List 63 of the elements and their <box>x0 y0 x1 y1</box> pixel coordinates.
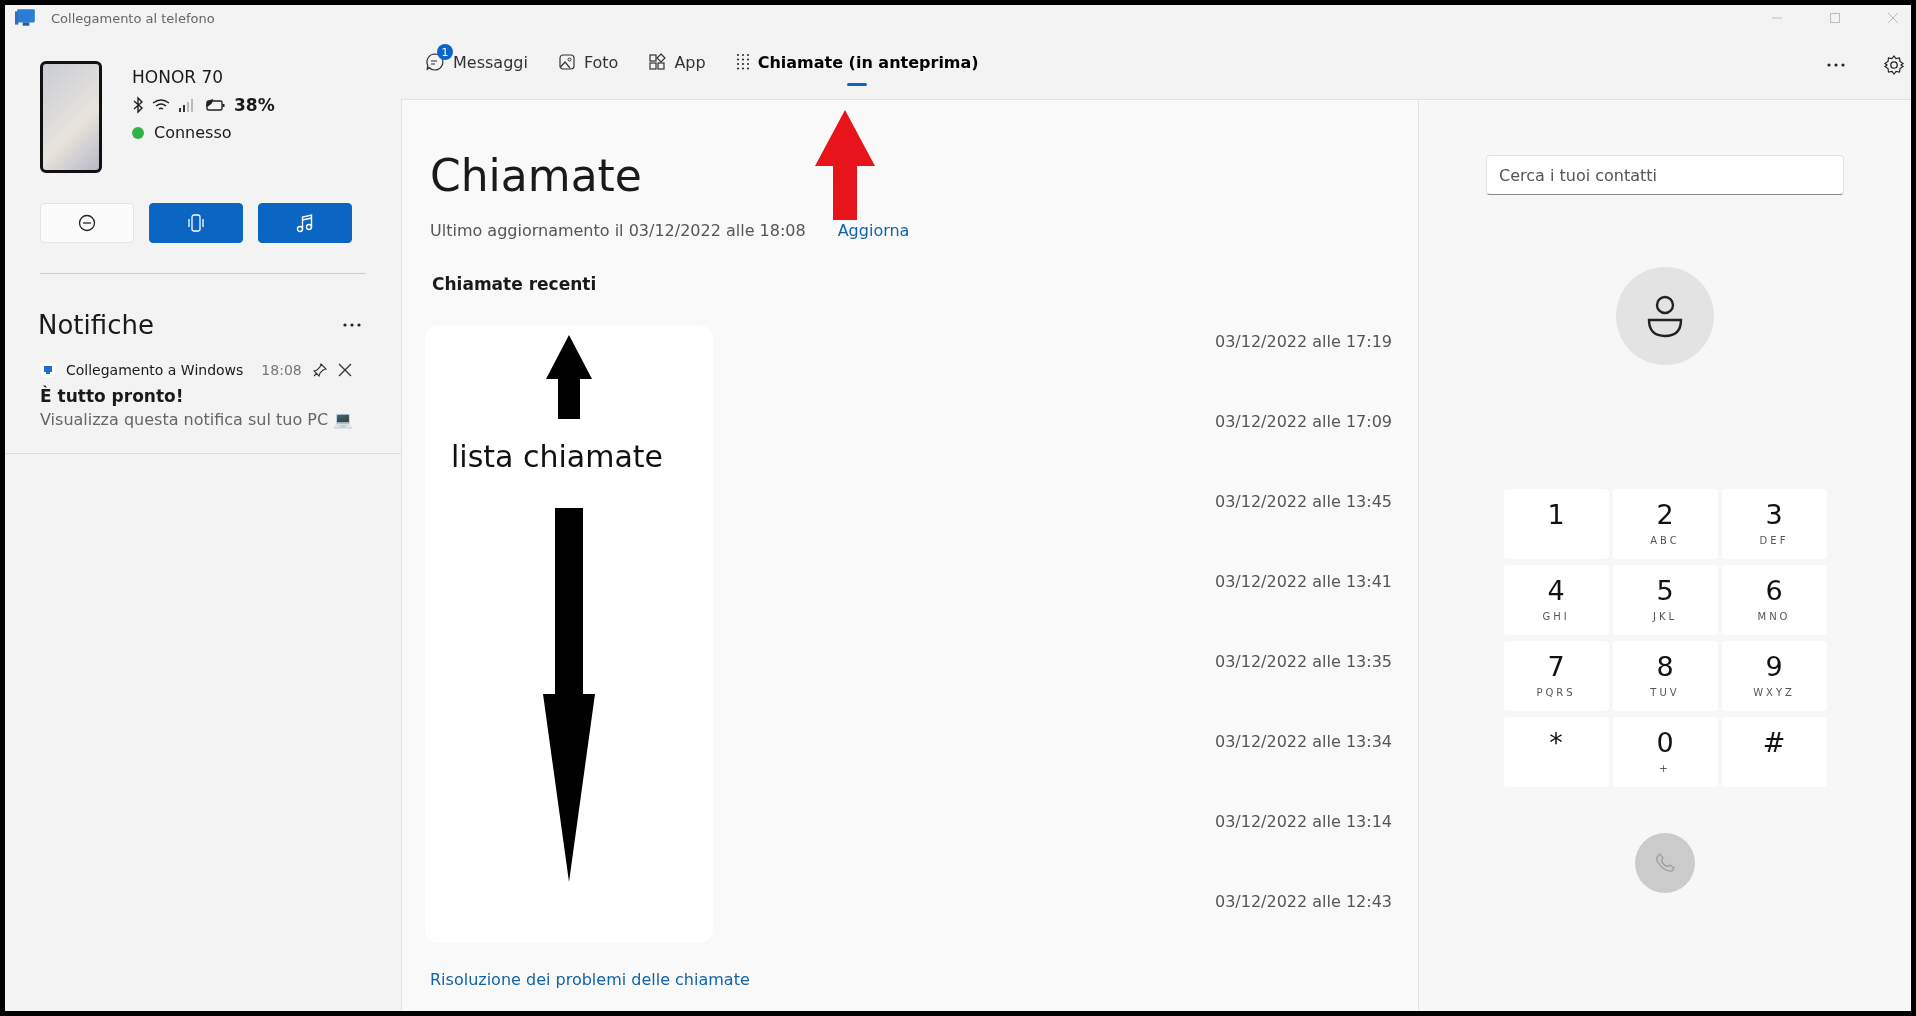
vibrating-phone-icon <box>186 213 206 233</box>
tab[interactable]: App <box>638 44 716 86</box>
notifications-heading: Notifiche <box>38 310 154 340</box>
window-title: Collegamento al telefono <box>51 10 215 26</box>
battery-level: 38% <box>234 95 275 115</box>
dialpad-key[interactable]: 2 ABC <box>1612 489 1718 559</box>
call-time: 03/12/2022 alle 12:43 <box>1214 892 1392 911</box>
dialpad-key[interactable]: 8 TUV <box>1612 641 1718 711</box>
tab[interactable]: 1 Messaggi <box>415 44 538 86</box>
notification-app-name: Collegamento a Windows <box>66 362 244 378</box>
phone-icon <box>1654 852 1676 874</box>
notification-time: 18:08 <box>261 362 302 378</box>
pin-icon[interactable] <box>311 362 328 378</box>
dialpad-key[interactable]: 6 MNO <box>1721 565 1827 635</box>
call-time: 03/12/2022 alle 13:45 <box>1214 492 1392 511</box>
dialpad-key[interactable]: 4 GHI <box>1503 565 1609 635</box>
dialpad-key[interactable]: 5 JKL <box>1612 565 1718 635</box>
signal-icon <box>178 98 196 112</box>
app-logo-icon <box>40 362 56 378</box>
contact-search-field[interactable]: Cerca i tuoi contatti <box>1486 155 1844 195</box>
close-icon[interactable] <box>337 363 352 377</box>
photo-icon <box>557 53 576 71</box>
more-options-icon[interactable] <box>343 323 361 327</box>
settings-icon[interactable] <box>1883 54 1905 76</box>
troubleshoot-link[interactable]: Risoluzione dei problemi delle chiamate <box>430 970 750 989</box>
music-note-icon <box>296 213 314 233</box>
person-icon <box>1646 294 1684 338</box>
notification-text: Visualizza questa notifica sul tuo PC 💻 <box>40 410 355 429</box>
do-not-disturb-button[interactable] <box>40 203 134 243</box>
wifi-icon <box>152 98 170 112</box>
dialpad-key[interactable]: 0 + <box>1612 717 1718 787</box>
annotation-label: lista chiamate <box>451 439 664 474</box>
minus-circle-icon <box>78 214 96 232</box>
notification-title: È tutto pronto! <box>40 386 185 406</box>
battery-icon <box>204 97 226 113</box>
tab[interactable]: Chiamate (in anteprima) <box>725 44 989 86</box>
dialpad-key[interactable]: 3 DEF <box>1721 489 1827 559</box>
app-logo-icon <box>15 9 37 27</box>
call-time: 03/12/2022 alle 13:34 <box>1214 732 1392 751</box>
bluetooth-icon <box>132 96 144 114</box>
call-time: 03/12/2022 alle 17:09 <box>1214 412 1392 431</box>
call-time: 03/12/2022 alle 17:19 <box>1214 332 1392 351</box>
dialpad-key[interactable]: 1 <box>1503 489 1609 559</box>
last-updated-text: Ultimo aggiornamento il 03/12/2022 alle 18:08 <box>430 221 806 240</box>
dialpad-key[interactable]: 9 WXYZ <box>1721 641 1827 711</box>
dialpad-key[interactable]: # <box>1721 717 1827 787</box>
call-time: 03/12/2022 alle 13:14 <box>1214 812 1392 831</box>
unread-badge: 1 <box>437 44 453 60</box>
audio-button[interactable] <box>258 203 352 243</box>
dialpad-icon <box>735 53 750 71</box>
apps-grid-icon <box>648 53 667 71</box>
refresh-link[interactable]: Aggiorna <box>837 221 910 240</box>
more-options-icon[interactable] <box>1827 63 1845 67</box>
call-time: 03/12/2022 alle 13:35 <box>1214 652 1392 671</box>
dialpad-key[interactable]: * <box>1503 717 1609 787</box>
tab[interactable]: Foto <box>547 44 629 86</box>
page-heading: Chiamate <box>430 150 643 201</box>
call-time: 03/12/2022 alle 13:41 <box>1214 572 1392 591</box>
device-name: HONOR 70 <box>132 67 225 87</box>
recent-calls-heading: Chiamate recenti <box>432 274 598 294</box>
vibrate-button[interactable] <box>149 203 243 243</box>
dialpad-key[interactable]: 7 PQRS <box>1503 641 1609 711</box>
connection-status: Connesso <box>154 123 232 142</box>
